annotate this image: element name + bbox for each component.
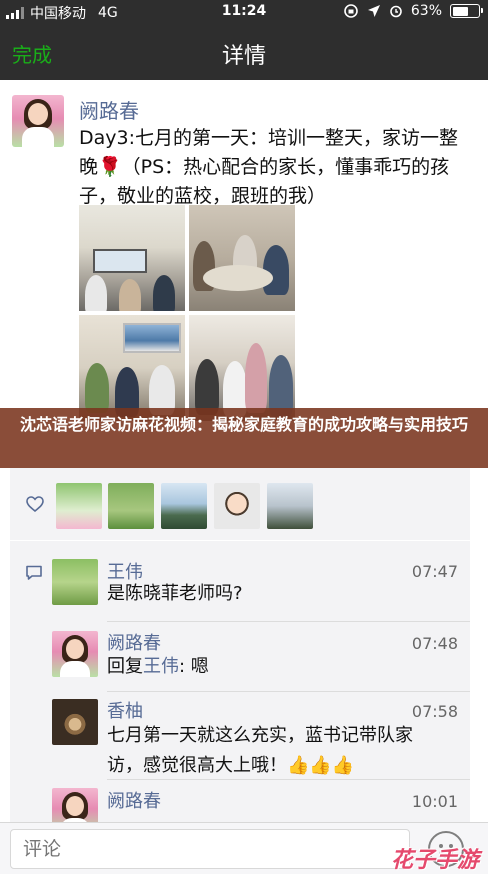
liker-avatar[interactable]: [108, 483, 154, 529]
rotation-lock-icon: [344, 4, 358, 18]
status-bar: 中国移动 4G 11:24 63%: [0, 0, 488, 24]
liker-avatar[interactable]: [161, 483, 207, 529]
battery-fill: [452, 6, 469, 16]
page-title: 详情: [221, 44, 266, 69]
post-text: Day3:七月的第一天：培训一整天，家访一整晚🌹（PS：热心配合的家长，懂事乖巧…: [79, 127, 459, 207]
comment-icon: [26, 565, 42, 580]
reply-body: : 嗯: [179, 656, 209, 677]
comment-text[interactable]: 七月第一天就这么充实，蓝书记带队家访，感觉很高大上哦！👍👍👍: [107, 721, 447, 781]
status-right: 63%: [343, 3, 483, 19]
comments-section: 王伟 07:47 是陈晓菲老师吗? 阙路春 07:48 回复王伟: 嗯 香柚 0…: [10, 541, 470, 831]
title-banner: 沈芯语老师家访麻花视频：揭秘家庭教育的成功攻略与实用技巧: [0, 408, 488, 468]
comment-avatar[interactable]: [52, 559, 98, 605]
comment-time: 10:01: [411, 792, 458, 811]
post-photo-4[interactable]: [189, 315, 295, 421]
alarm-icon: [390, 5, 402, 18]
comment-avatar[interactable]: [52, 699, 98, 745]
nav-bar: 完成 详情: [0, 24, 488, 80]
heart-icon: [26, 496, 44, 512]
reply-prefix: 回复: [107, 656, 143, 677]
location-arrow-icon: [367, 5, 380, 17]
comment-time: 07:58: [411, 702, 458, 721]
post-photo-3[interactable]: [79, 315, 185, 421]
comment-divider: [107, 621, 470, 622]
comment-input[interactable]: [10, 829, 410, 869]
liker-avatar[interactable]: [267, 483, 313, 529]
comment-author[interactable]: 香柚: [107, 697, 143, 723]
battery-percent: 63%: [410, 3, 442, 19]
comment-time: 07:48: [411, 634, 458, 653]
post-photo-1[interactable]: [79, 205, 185, 311]
comment-text[interactable]: 是陈晓菲老师吗?: [107, 579, 457, 609]
comment-divider: [107, 691, 470, 692]
liker-avatar[interactable]: [214, 483, 260, 529]
liker-avatar[interactable]: [56, 483, 102, 529]
comment-author[interactable]: 阙路春: [107, 787, 161, 813]
reply-target-link[interactable]: 王伟: [143, 656, 179, 677]
comment-divider: [107, 779, 470, 780]
comment-text[interactable]: 回复王伟: 嗯: [107, 652, 457, 682]
post-author-name[interactable]: 阙路春: [79, 95, 139, 124]
post-author-avatar[interactable]: [12, 95, 64, 147]
post-photo-2[interactable]: [189, 205, 295, 311]
watermark: 花子手游: [391, 848, 480, 873]
likes-section: [10, 468, 470, 540]
battery-icon: [450, 4, 483, 18]
comment-avatar[interactable]: [52, 631, 98, 677]
